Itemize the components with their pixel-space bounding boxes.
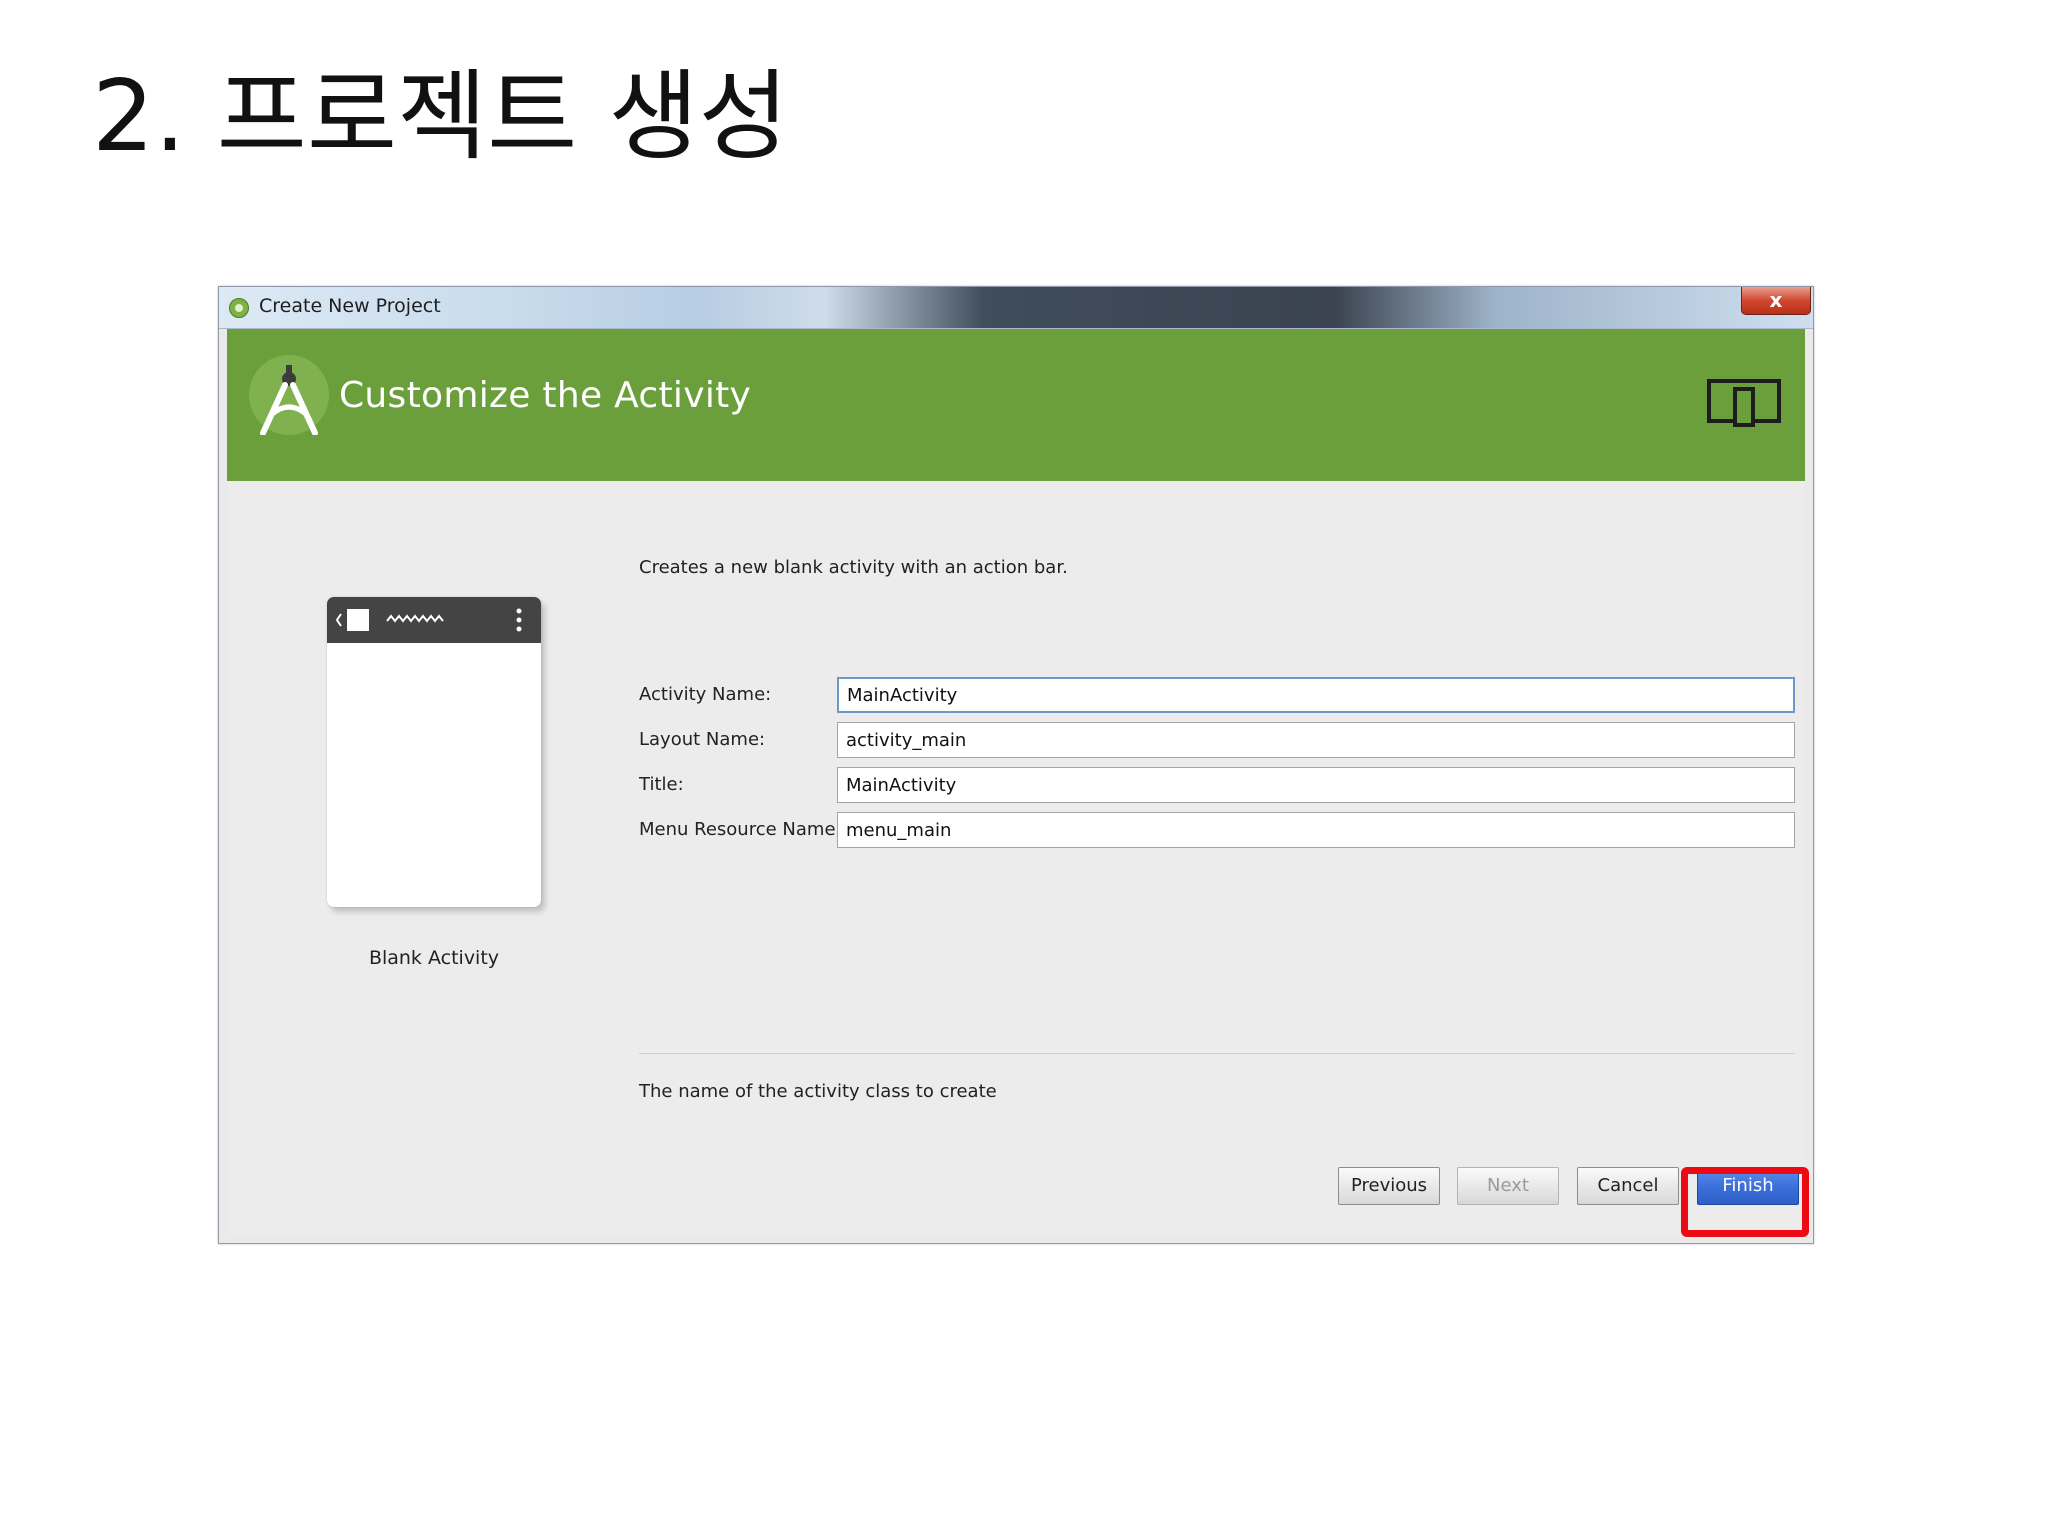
menu-resource-name-label: Menu Resource Name: <box>639 819 842 840</box>
title-label: Title: <box>639 774 684 795</box>
wizard-header: Customize the Activity <box>227 329 1805 481</box>
template-caption: Blank Activity <box>368 947 500 969</box>
menu-resource-name-row: Menu Resource Name: <box>639 812 1795 848</box>
template-description: Creates a new blank activity with an act… <box>639 557 1068 578</box>
activity-name-row: Activity Name: <box>639 677 1795 713</box>
help-text: The name of the activity class to create <box>639 1081 997 1102</box>
create-new-project-dialog: Create New Project x Customize the Activ… <box>218 286 1814 1244</box>
next-button[interactable]: Next <box>1457 1167 1559 1205</box>
finish-highlight-box <box>1681 1167 1809 1237</box>
close-icon: x <box>1769 288 1783 312</box>
window-title: Create New Project <box>259 295 441 317</box>
divider <box>639 1053 1795 1054</box>
layout-name-row: Layout Name: <box>639 722 1795 758</box>
blank-activity-preview[interactable] <box>327 597 541 907</box>
previous-button[interactable]: Previous <box>1338 1167 1440 1205</box>
title-input[interactable] <box>837 767 1795 803</box>
close-button[interactable]: x <box>1741 287 1811 315</box>
android-studio-logo-icon <box>249 355 329 436</box>
wizard-content: Blank Activity Creates a new blank activ… <box>227 481 1805 1237</box>
action-bar-preview <box>327 597 541 643</box>
wizard-header-title: Customize the Activity <box>339 375 752 416</box>
layout-name-label: Layout Name: <box>639 729 766 750</box>
menu-resource-name-input[interactable] <box>837 812 1795 848</box>
slide-title: 2. 프로젝트 생성 <box>92 60 789 174</box>
activity-name-input[interactable] <box>837 677 1795 713</box>
phone-tablet-icon <box>1707 377 1781 427</box>
window-titlebar[interactable]: Create New Project x <box>219 287 1813 329</box>
cancel-button[interactable]: Cancel <box>1577 1167 1679 1205</box>
activity-name-label: Activity Name: <box>639 684 772 705</box>
layout-name-input[interactable] <box>837 722 1795 758</box>
android-studio-icon <box>229 298 249 318</box>
title-row: Title: <box>639 767 1795 803</box>
